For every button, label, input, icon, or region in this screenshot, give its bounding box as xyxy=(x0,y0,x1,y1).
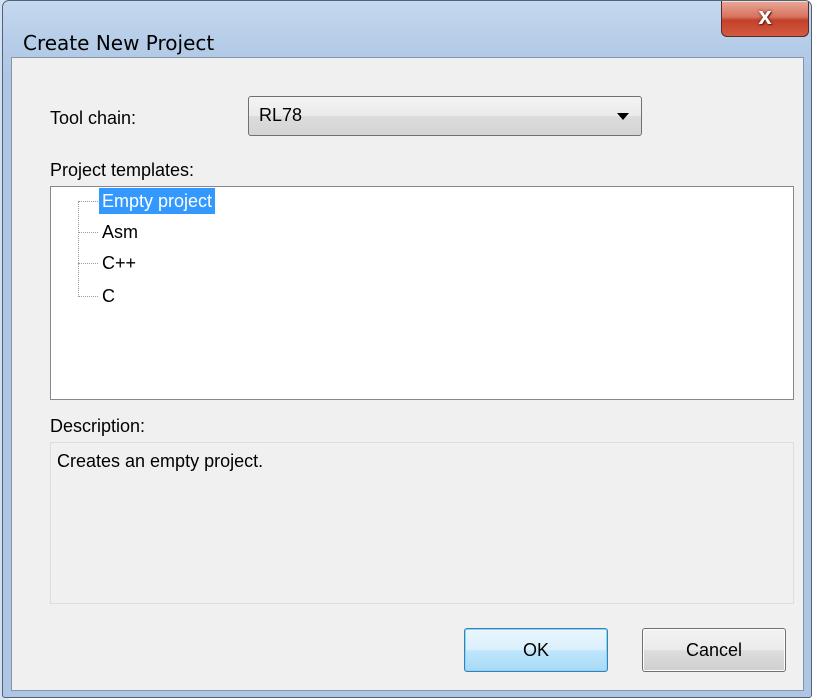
project-templates-tree[interactable]: Empty project Asm C++ C xyxy=(50,186,794,400)
tree-connector xyxy=(78,201,98,202)
tree-item-label: C xyxy=(102,286,115,306)
dialog-body: Tool chain: RL78 Project templates: Empt… xyxy=(11,57,804,691)
description-text: Creates an empty project. xyxy=(57,451,264,471)
tree-item-label: Empty project xyxy=(99,188,216,214)
description-box: Creates an empty project. xyxy=(50,442,794,604)
create-new-project-dialog: Create New Project x Tool chain: RL78 Pr… xyxy=(2,0,812,698)
tree-connector-line xyxy=(78,201,79,297)
tree-connector xyxy=(78,232,98,233)
chevron-down-icon xyxy=(617,113,629,120)
toolchain-dropdown[interactable]: RL78 xyxy=(248,96,642,136)
description-label: Description: xyxy=(50,416,146,436)
tree-connector xyxy=(78,296,98,297)
tree-item-label: C++ xyxy=(102,253,137,273)
project-templates-label: Project templates: xyxy=(50,160,195,180)
tree-item-label: Asm xyxy=(102,222,138,242)
close-icon: x xyxy=(758,3,772,30)
cancel-button[interactable]: Cancel xyxy=(642,628,786,672)
ok-button[interactable]: OK xyxy=(464,628,608,672)
toolchain-label: Tool chain: xyxy=(50,108,137,128)
toolchain-selected-value: RL78 xyxy=(259,105,303,125)
tree-connector xyxy=(78,263,98,264)
close-button[interactable]: x xyxy=(721,1,809,37)
dialog-title: Create New Project xyxy=(23,31,215,55)
